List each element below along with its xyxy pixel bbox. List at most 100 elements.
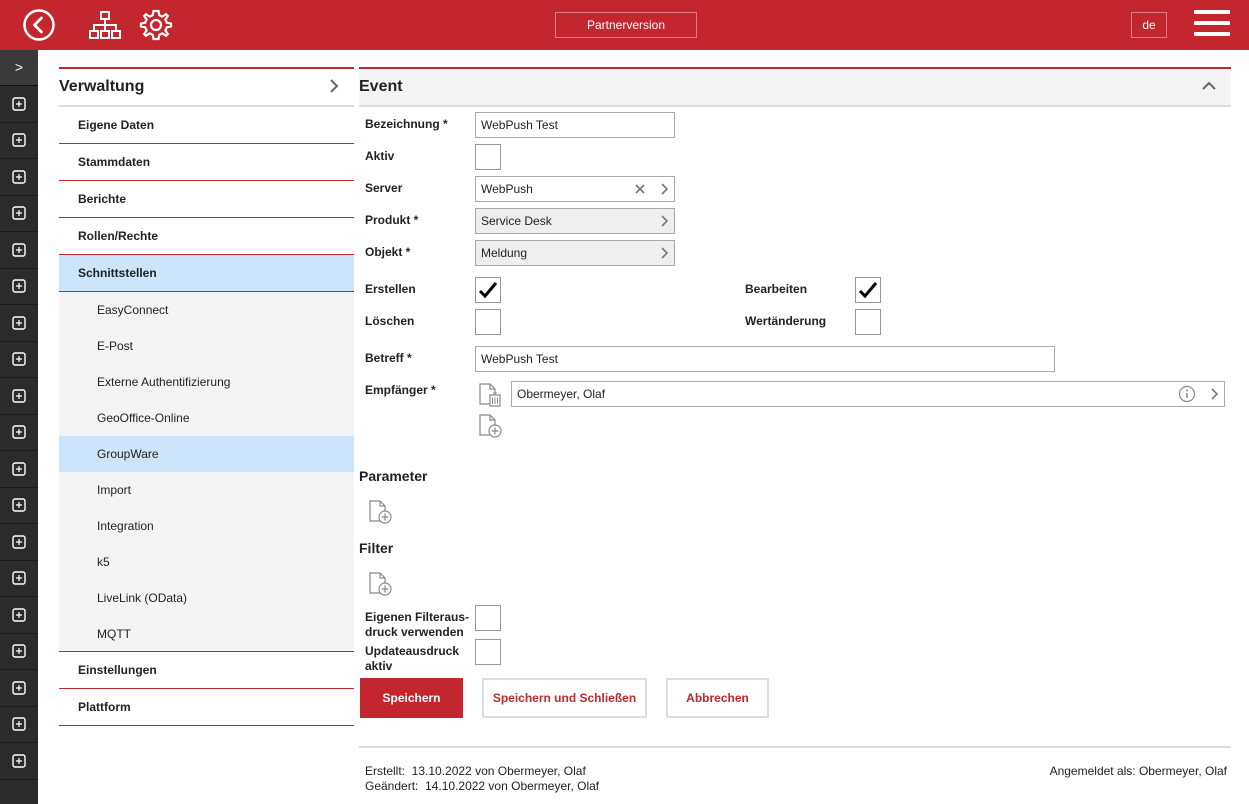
nav-item-einstellungen[interactable]: Einstellungen — [59, 652, 354, 689]
wertaenderung-checkbox[interactable] — [855, 309, 881, 335]
filter-section-title: Filter — [359, 540, 394, 556]
back-circle-icon[interactable] — [22, 8, 56, 42]
language-selector[interactable]: de — [1131, 12, 1167, 38]
nav-item-plattform[interactable]: Plattform — [59, 689, 354, 726]
footer-divider — [359, 746, 1231, 748]
aktiv-label: Aktiv — [365, 149, 395, 163]
hamburger-icon[interactable] — [1194, 10, 1230, 40]
map-pin-icon[interactable] — [0, 86, 38, 123]
modified-info: Geändert: 14.10.2022 von Obermeyer, Olaf — [365, 779, 600, 793]
tunnel-icon[interactable] — [0, 524, 38, 561]
form-title: Event — [359, 78, 403, 95]
sitemap-icon[interactable] — [88, 8, 122, 42]
left-icon-rail: > — [0, 50, 38, 804]
clear-icon[interactable] — [634, 177, 646, 201]
chevron-right-icon[interactable] — [660, 177, 668, 201]
delete-document-icon[interactable] — [477, 382, 503, 411]
eigener-filter-label-line1: Eigenen Filteraus- — [365, 610, 470, 624]
nav-title: Verwaltung — [59, 78, 145, 95]
calendar-icon[interactable] — [0, 488, 38, 524]
update-ausdruck-label: Updateausdruck aktiv — [365, 644, 459, 674]
nav-item-berichte[interactable]: Berichte — [59, 181, 354, 218]
produkt-label: Produkt * — [365, 213, 419, 227]
cube-network-icon[interactable] — [0, 743, 38, 780]
nav-item-stammdaten[interactable]: Stammdaten — [59, 144, 354, 181]
nav-subitem-groupware[interactable]: GroupWare — [59, 436, 354, 472]
bolt-icon[interactable] — [0, 670, 38, 707]
bezeichnung-label: Bezeichnung * — [365, 117, 448, 131]
aktiv-checkbox[interactable] — [475, 144, 501, 170]
empfaenger-label: Empfänger * — [365, 383, 436, 397]
cart-icon[interactable] — [0, 342, 38, 378]
tools-icon[interactable] — [0, 159, 38, 196]
nav-item-schnittstellen[interactable]: Schnittstellen — [59, 255, 354, 292]
objekt-value: Meldung — [481, 246, 528, 260]
loeschen-label: Löschen — [365, 314, 415, 328]
top-bar: Partnerversion de — [0, 0, 1249, 50]
nav-subitem-import[interactable]: Import — [59, 472, 354, 508]
chevron-up-icon[interactable] — [1201, 80, 1217, 95]
home-icon[interactable] — [0, 634, 38, 670]
building-icon[interactable] — [0, 123, 38, 159]
partner-version-button[interactable]: Partnerversion — [555, 12, 697, 38]
nav-subitem-integration[interactable]: Integration — [59, 508, 354, 544]
nav-subitem-e-post[interactable]: E-Post — [59, 328, 354, 364]
objekt-field[interactable]: Meldung — [475, 240, 675, 266]
nav-item-eigene-daten[interactable]: Eigene Daten — [59, 107, 354, 144]
bezeichnung-input[interactable]: WebPush Test — [475, 112, 675, 138]
checkmark-icon — [858, 282, 878, 299]
update-ausdruck-checkbox[interactable] — [475, 639, 501, 665]
loeschen-checkbox[interactable] — [475, 309, 501, 335]
eigener-filter-checkbox[interactable] — [475, 605, 501, 631]
add-filter-icon[interactable] — [367, 571, 393, 600]
cancel-button[interactable]: Abbrechen — [666, 678, 769, 718]
save-button[interactable]: Speichern — [360, 678, 463, 718]
location-icon[interactable] — [0, 597, 38, 634]
nav-subitem-mqtt[interactable]: MQTT — [59, 616, 354, 652]
chevron-right-icon[interactable] — [660, 241, 668, 265]
rail-toggle-chevron-icon[interactable]: > — [0, 50, 38, 86]
checkmark-icon — [478, 282, 498, 299]
chevron-right-icon[interactable] — [328, 78, 340, 97]
form-header: Event — [359, 67, 1231, 107]
map-icon[interactable] — [0, 707, 38, 743]
save-and-close-button[interactable]: Speichern und Schließen — [482, 678, 647, 718]
gear-icon[interactable] — [139, 8, 173, 42]
info-icon[interactable] — [1178, 382, 1196, 406]
add-document-icon[interactable] — [477, 413, 503, 442]
nav-item-rollen-rechte[interactable]: Rollen/Rechte — [59, 218, 354, 255]
car-icon[interactable] — [0, 561, 38, 597]
network-icon[interactable] — [0, 415, 38, 451]
map-icon[interactable] — [0, 451, 38, 488]
nav-subitem-livelink[interactable]: LiveLink (OData) — [59, 580, 354, 616]
printer-icon[interactable] — [0, 305, 38, 342]
add-parameter-icon[interactable] — [367, 499, 393, 528]
created-info: Erstellt: 13.10.2022 von Obermeyer, Olaf — [365, 764, 586, 778]
tree-icon[interactable] — [0, 196, 38, 232]
nav-subitem-geooffice-online[interactable]: GeoOffice-Online — [59, 400, 354, 436]
bearbeiten-checkbox[interactable] — [855, 277, 881, 303]
produkt-field[interactable]: Service Desk — [475, 208, 675, 234]
erstellen-checkbox[interactable] — [475, 277, 501, 303]
logged-in-info: Angemeldet als: Obermeyer, Olaf — [1049, 764, 1227, 778]
betreff-input[interactable]: WebPush Test — [475, 346, 1055, 372]
nav-subitem-easyconnect[interactable]: EasyConnect — [59, 292, 354, 328]
eigener-filter-label-line2: druck verwenden — [365, 625, 464, 639]
chevron-right-icon[interactable] — [660, 209, 668, 233]
objekt-label: Objekt * — [365, 245, 411, 259]
empfaenger-field[interactable]: Obermeyer, Olaf — [511, 381, 1225, 407]
update-label-line2: aktiv — [365, 659, 393, 673]
bearbeiten-label: Bearbeiten — [745, 282, 808, 296]
eigener-filter-label: Eigenen Filteraus- druck verwenden — [365, 610, 469, 640]
map-photo-icon[interactable] — [0, 232, 38, 269]
nav-subitem-k5[interactable]: k5 — [59, 544, 354, 580]
wertaenderung-label: Wertänderung — [745, 314, 827, 328]
admin-navigation: Verwaltung Eigene Daten Stammdaten Beric… — [59, 67, 354, 726]
nav-subitem-externe-authentifizierung[interactable]: Externe Authentifizierung — [59, 364, 354, 400]
box-icon[interactable] — [0, 269, 38, 305]
server-field[interactable]: WebPush — [475, 176, 675, 202]
pen-icon[interactable] — [0, 378, 38, 415]
chevron-right-icon[interactable] — [1210, 382, 1218, 406]
server-label: Server — [365, 181, 403, 195]
server-value: WebPush — [481, 182, 533, 196]
